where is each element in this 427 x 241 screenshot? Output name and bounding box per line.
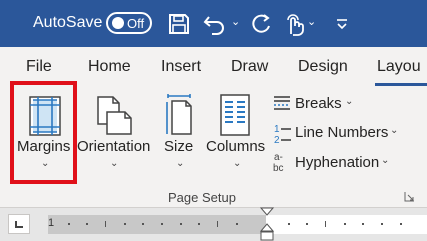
customize-menu-icon	[337, 19, 347, 30]
line-numbers-button[interactable]: 1 2 Line Numbers ⌄	[270, 121, 410, 145]
redo-button[interactable]	[248, 10, 274, 38]
breaks-dropdown-icon: ⌄	[345, 96, 354, 107]
touch-dropdown-icon[interactable]: ⌄	[307, 15, 316, 28]
svg-text:2: 2	[274, 135, 280, 144]
ruler-tick	[362, 223, 364, 225]
orientation-label: Orientation	[77, 138, 151, 155]
line-numbers-icon: 1 2	[274, 124, 291, 144]
horizontal-ruler[interactable]: 1	[48, 215, 427, 234]
tab-home[interactable]: Home	[88, 58, 131, 76]
ruler-tick	[161, 223, 163, 225]
tab-layout[interactable]: Layou	[377, 58, 421, 76]
orientation-button[interactable]: Orientation ⌄	[76, 87, 152, 179]
line-numbers-dropdown-icon: ⌄	[390, 125, 399, 136]
breaks-button[interactable]: Breaks ⌄	[270, 92, 380, 116]
indent-marker[interactable]	[260, 207, 274, 241]
orientation-icon	[97, 96, 132, 135]
hyphenation-label: Hyphenation	[295, 154, 380, 171]
ruler-tick	[180, 223, 182, 225]
tab-design[interactable]: Design	[298, 58, 348, 76]
size-label: Size	[164, 138, 194, 155]
svg-text:bc: bc	[273, 163, 284, 174]
breaks-icon	[274, 96, 290, 110]
autosave-state: Off	[127, 16, 145, 31]
ruler-tick	[142, 223, 144, 225]
ruler-tick	[288, 223, 290, 225]
title-bar: AutoSave Off ⌄ ⌄	[0, 0, 427, 47]
hyphenation-dropdown-icon: ⌄	[381, 155, 390, 166]
orientation-dropdown-icon: ⌄	[110, 158, 119, 169]
ruler-tick	[381, 223, 383, 225]
size-dropdown-icon: ⌄	[176, 158, 185, 169]
ruler-area: 1	[0, 208, 427, 241]
ruler-number: 1	[48, 217, 55, 229]
customize-quick-access-button[interactable]	[334, 10, 350, 38]
columns-label: Columns	[206, 138, 266, 155]
tab-file[interactable]: File	[26, 58, 52, 76]
ruler-tick	[124, 223, 126, 225]
ruler-tick	[236, 223, 238, 225]
save-icon	[169, 14, 189, 34]
undo-button[interactable]	[202, 10, 228, 38]
svg-text:1: 1	[274, 124, 280, 135]
size-button[interactable]: Size ⌄	[158, 87, 200, 179]
tab-selector[interactable]	[8, 214, 30, 234]
breaks-label: Breaks	[295, 95, 342, 112]
columns-icon	[220, 94, 250, 136]
undo-dropdown-icon[interactable]: ⌄	[231, 15, 240, 28]
ruler-tick	[198, 223, 200, 225]
hyphenation-button[interactable]: a- bc Hyphenation ⌄	[270, 150, 410, 174]
ruler-tick	[105, 221, 106, 227]
ruler-margin	[48, 215, 266, 234]
line-numbers-label: Line Numbers	[295, 124, 389, 141]
ruler-tick	[68, 223, 70, 225]
redo-icon	[252, 14, 270, 33]
columns-button[interactable]: Columns ⌄	[204, 87, 268, 179]
svg-text:a-: a-	[274, 152, 283, 163]
save-button[interactable]	[166, 10, 192, 38]
hyphenation-icon: a- bc	[273, 152, 284, 174]
autosave-label: AutoSave	[33, 14, 103, 31]
left-tab-icon	[15, 221, 23, 228]
dialog-launcher-icon[interactable]	[404, 191, 415, 202]
autosave-toggle[interactable]: Off	[106, 12, 152, 34]
size-icon	[166, 94, 192, 135]
page-setup-group-label: Page Setup	[168, 190, 236, 205]
toggle-knob	[112, 17, 124, 29]
ruler-tick	[325, 221, 326, 227]
ruler-tick	[306, 223, 308, 225]
tab-draw[interactable]: Draw	[231, 58, 268, 76]
columns-dropdown-icon: ⌄	[233, 158, 242, 169]
margins-highlight-box	[10, 81, 77, 184]
undo-icon	[203, 16, 224, 35]
touch-mode-button[interactable]	[282, 10, 306, 38]
touch-hand-icon	[287, 14, 304, 36]
active-tab-indicator	[375, 83, 427, 86]
ruler-tick	[400, 223, 402, 225]
ruler-tick	[344, 223, 346, 225]
ruler-tick	[217, 221, 218, 227]
ruler-tick	[86, 223, 88, 225]
tab-insert[interactable]: Insert	[161, 58, 201, 76]
